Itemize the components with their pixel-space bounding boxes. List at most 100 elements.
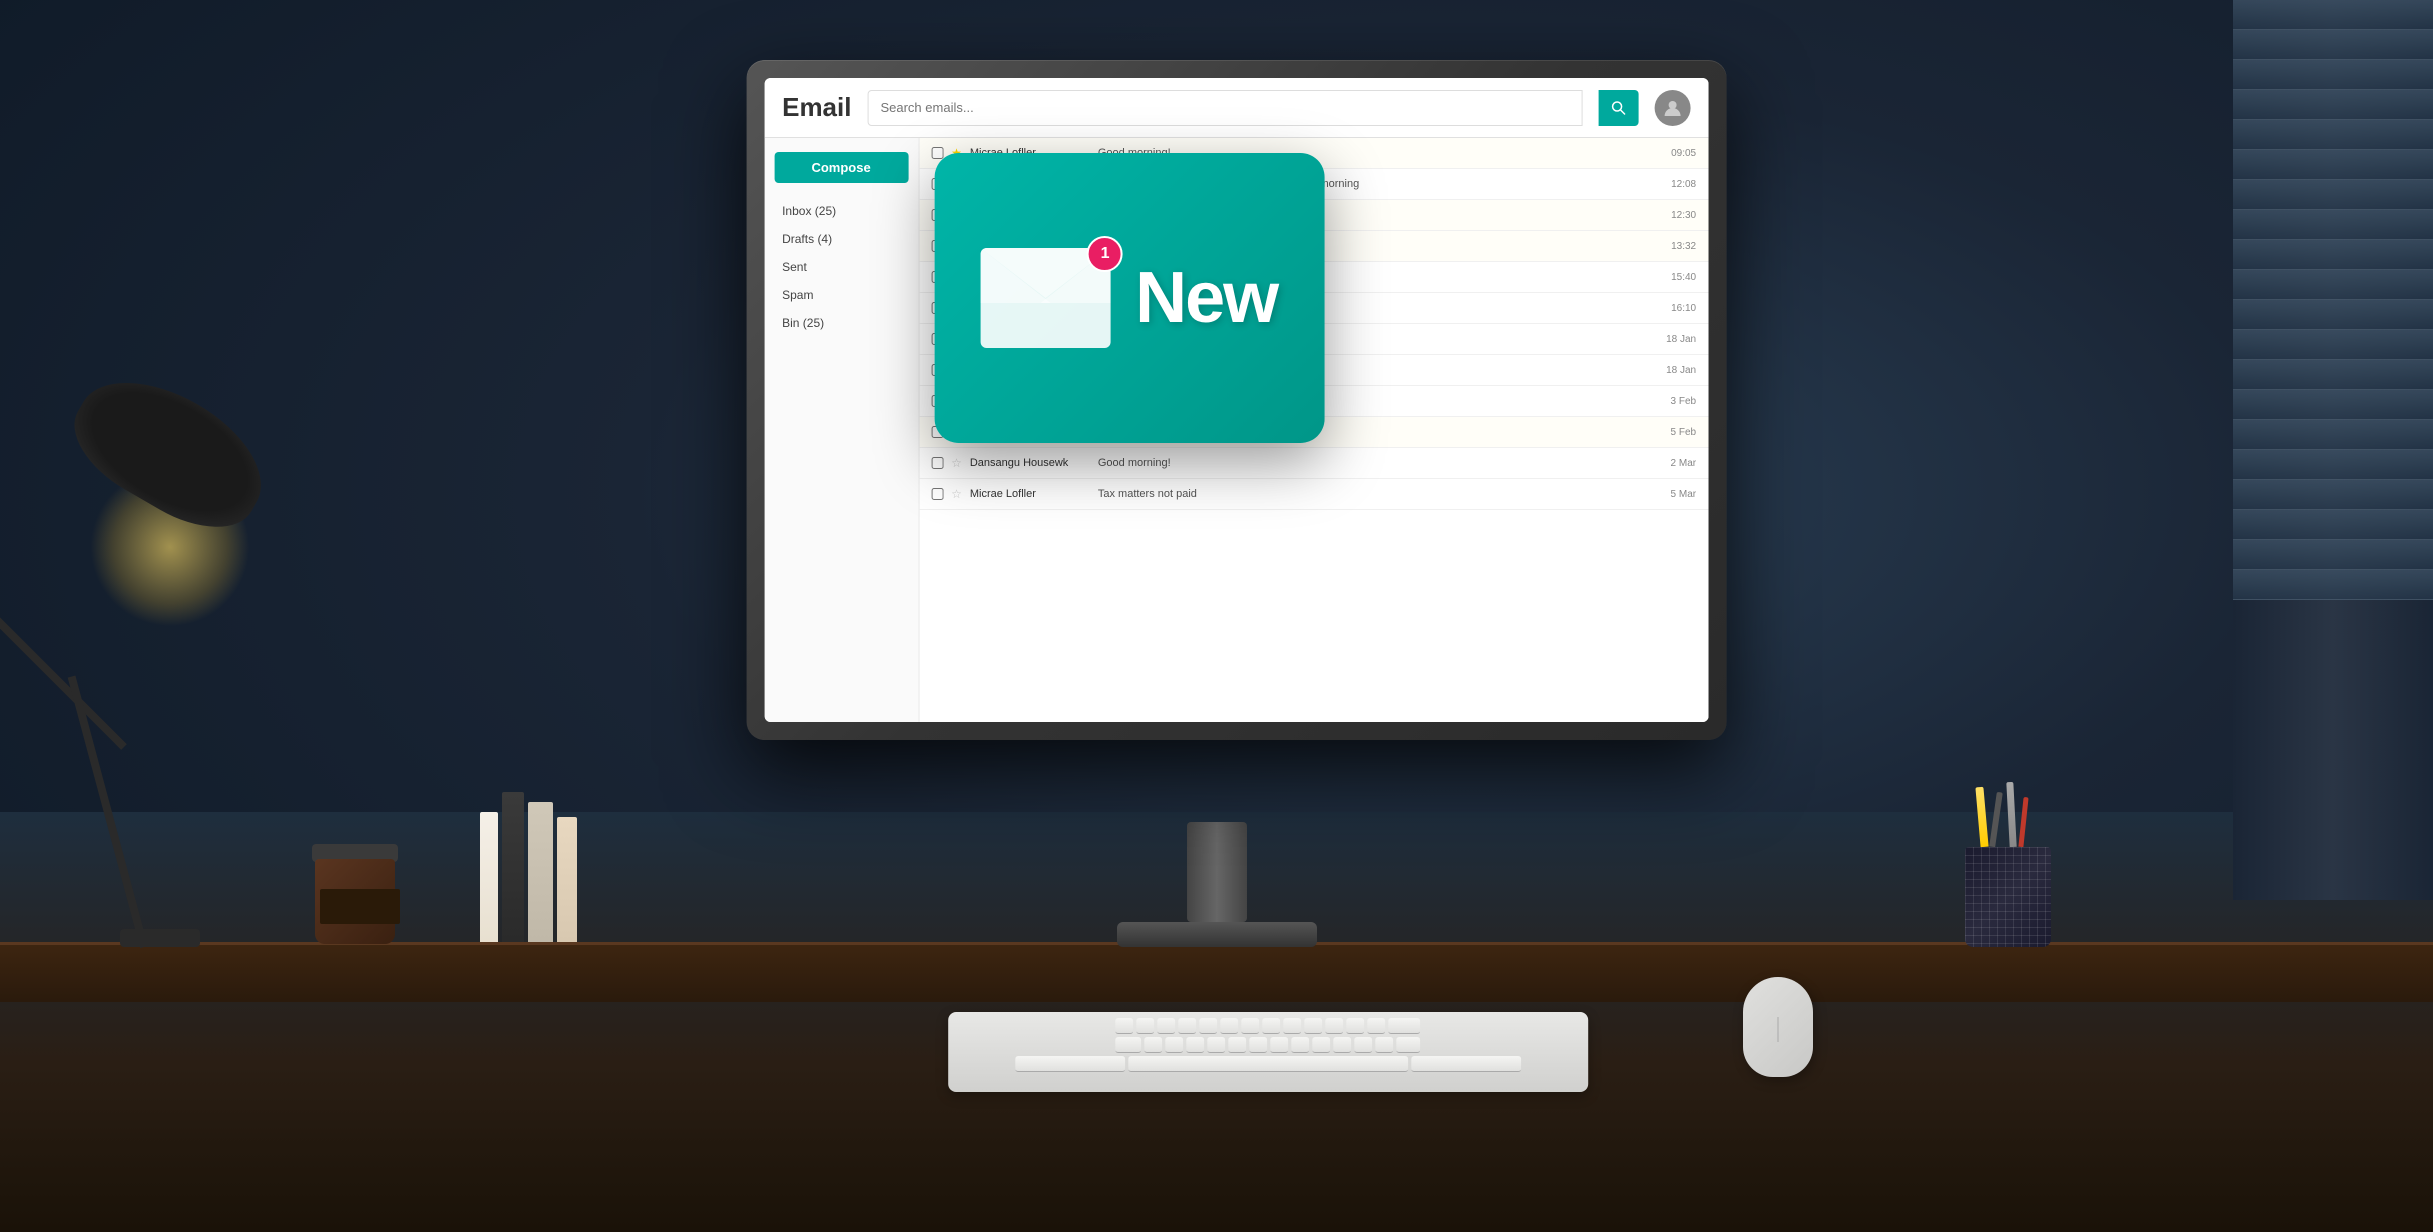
blind-strip	[2233, 270, 2433, 300]
key[interactable]	[1165, 1037, 1183, 1053]
key[interactable]	[1396, 1037, 1420, 1053]
key[interactable]	[1115, 1018, 1133, 1034]
coffee-cup	[310, 834, 400, 944]
key[interactable]	[1186, 1037, 1204, 1053]
key-tab[interactable]	[1115, 1037, 1141, 1053]
key[interactable]	[1304, 1018, 1322, 1034]
monitor-frame: Email	[746, 60, 1726, 740]
book-stack	[480, 792, 577, 942]
cup-grid-pattern	[1965, 847, 2051, 947]
user-avatar[interactable]	[1654, 90, 1690, 126]
blind-strip	[2233, 150, 2433, 180]
blind-strip	[2233, 570, 2433, 600]
app-title: Email	[782, 92, 851, 123]
blind-strip	[2233, 0, 2433, 30]
user-icon	[1662, 98, 1682, 118]
key[interactable]	[1354, 1037, 1372, 1053]
key-space-right[interactable]	[1411, 1056, 1521, 1072]
key[interactable]	[1249, 1037, 1267, 1053]
blind-strip	[2233, 420, 2433, 450]
email-sender: Micrae Lofller	[970, 488, 1090, 500]
email-time: 12:30	[1671, 210, 1696, 221]
email-time: 18 Jan	[1666, 365, 1696, 376]
blind-strip	[2233, 510, 2433, 540]
key[interactable]	[1144, 1037, 1162, 1053]
window	[2233, 0, 2433, 900]
email-time: 12:08	[1671, 179, 1696, 190]
key-backspace[interactable]	[1388, 1018, 1420, 1034]
key-space[interactable]	[1015, 1056, 1125, 1072]
search-icon	[1610, 100, 1626, 116]
key[interactable]	[1283, 1018, 1301, 1034]
book-4	[557, 817, 577, 942]
key[interactable]	[1241, 1018, 1259, 1034]
blind-strip	[2233, 210, 2433, 240]
desk	[0, 942, 2433, 1002]
cup-body	[315, 859, 395, 944]
lamp-base	[120, 929, 200, 947]
keyboard-row-3	[954, 1056, 1582, 1072]
email-time: 5 Feb	[1671, 427, 1697, 438]
notification-overlay: 1 New	[934, 153, 1324, 443]
key[interactable]	[1262, 1018, 1280, 1034]
key[interactable]	[1199, 1018, 1217, 1034]
blind-strip	[2233, 330, 2433, 360]
key[interactable]	[1346, 1018, 1364, 1034]
sidebar-item-sent[interactable]: Sent	[774, 255, 908, 279]
key[interactable]	[1325, 1018, 1343, 1034]
key[interactable]	[1220, 1018, 1238, 1034]
envelope-icon: 1	[981, 248, 1111, 348]
mouse[interactable]	[1743, 977, 1813, 1077]
email-time: 3 Feb	[1671, 396, 1697, 407]
key[interactable]	[1375, 1037, 1393, 1053]
book-1	[480, 812, 498, 942]
email-row[interactable]: ☆ Dansangu Housewk Good morning! 2 Mar	[919, 448, 1708, 479]
pencil-cup	[1963, 817, 2053, 947]
sidebar-item-spam[interactable]: Spam	[774, 283, 908, 307]
blind-strip	[2233, 120, 2433, 150]
email-checkbox[interactable]	[931, 488, 943, 500]
blind-strip	[2233, 480, 2433, 510]
keyboard	[948, 1012, 1588, 1092]
star-icon[interactable]: ☆	[951, 456, 962, 470]
mouse-divider	[1778, 1017, 1779, 1042]
email-time: 18 Jan	[1666, 334, 1696, 345]
key[interactable]	[1207, 1037, 1225, 1053]
key[interactable]	[1291, 1037, 1309, 1053]
key[interactable]	[1367, 1018, 1385, 1034]
cup-sleeve	[320, 889, 400, 924]
email-sender: Dansangu Housewk	[970, 457, 1090, 469]
key-spacebar[interactable]	[1128, 1056, 1408, 1072]
email-time: 13:32	[1671, 241, 1696, 252]
lamp-arm-lower	[68, 676, 148, 949]
email-row[interactable]: ☆ Micrae Lofller Tax matters not paid 5 …	[919, 479, 1708, 510]
monitor-stand-neck	[1187, 822, 1247, 922]
email-checkbox[interactable]	[931, 147, 943, 159]
search-input[interactable]	[867, 90, 1582, 126]
sidebar-item-drafts[interactable]: Drafts (4)	[774, 227, 908, 251]
desk-lamp	[60, 367, 480, 947]
key[interactable]	[1270, 1037, 1288, 1053]
blind-strip	[2233, 180, 2433, 210]
key[interactable]	[1228, 1037, 1246, 1053]
search-button[interactable]	[1598, 90, 1638, 126]
compose-button[interactable]: Compose	[774, 152, 908, 183]
sidebar-item-bin[interactable]: Bin (25)	[774, 311, 908, 335]
key[interactable]	[1333, 1037, 1351, 1053]
star-icon[interactable]: ☆	[951, 487, 962, 501]
book-2	[502, 792, 524, 942]
email-header: Email	[764, 78, 1708, 138]
key[interactable]	[1136, 1018, 1154, 1034]
blind-strip	[2233, 300, 2433, 330]
notification-badge: 1	[1087, 236, 1123, 272]
email-subject: Tax matters not paid	[1098, 488, 1663, 500]
email-time: 15:40	[1671, 272, 1696, 283]
monitor-screen: Email	[764, 78, 1708, 722]
email-checkbox[interactable]	[931, 457, 943, 469]
blind-strip	[2233, 390, 2433, 420]
email-time: 09:05	[1671, 148, 1696, 159]
sidebar-item-inbox[interactable]: Inbox (25)	[774, 199, 908, 223]
key[interactable]	[1178, 1018, 1196, 1034]
key[interactable]	[1312, 1037, 1330, 1053]
key[interactable]	[1157, 1018, 1175, 1034]
